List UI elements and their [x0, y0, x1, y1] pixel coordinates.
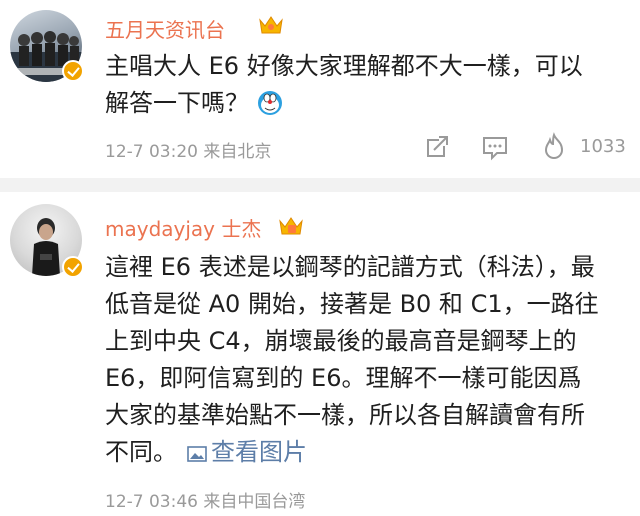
post-meta: 12-7 03:46 来自中国台湾 — [105, 487, 305, 512]
text-line: E6，即阿信寫到的 E6。理解不一樣可能因爲 — [105, 364, 582, 392]
like-button[interactable]: 1033 — [540, 132, 640, 162]
weibo-post-1: 五月天资讯台 主唱大人 E6 好像大家理解都不大一樣，可以 解答一下嗎？ 12-… — [0, 0, 640, 178]
text-line: 上到中央 C4，崩壞最後的最高音是鋼琴上的 — [105, 327, 577, 355]
vip-crown-icon — [259, 16, 283, 34]
post-source: 来自中国台湾 — [203, 492, 306, 512]
post-meta: 12-7 03:20 来自北京 — [105, 137, 271, 162]
timestamp[interactable]: 12-7 03:46 — [105, 492, 198, 512]
text-line: 這裡 E6 表述是以鋼琴的記譜方式（科法），最 — [105, 253, 595, 281]
text-line: 大家的基準始點不一樣，所以各自解讀會有所 — [105, 401, 585, 429]
timestamp[interactable]: 12-7 03:20 — [105, 142, 198, 162]
post-source: 来自北京 — [203, 142, 272, 162]
doraemon-emoji-icon — [258, 91, 282, 115]
verified-badge-icon — [62, 60, 84, 82]
username[interactable]: maydayjay 士杰 — [105, 213, 261, 242]
username[interactable]: 五月天资讯台 — [105, 14, 225, 43]
verified-badge-icon — [62, 256, 84, 278]
text-line: 低音是從 A0 開始，接著是 B0 和 C1，一路往 — [105, 290, 599, 318]
picture-icon — [187, 446, 207, 462]
like-count: 1033 — [580, 136, 626, 157]
vip-crown-icon — [279, 217, 303, 235]
text-line: 主唱大人 E6 好像大家理解都不大一樣，可以 — [105, 52, 583, 80]
post-text: 這裡 E6 表述是以鋼琴的記譜方式（科法），最 低音是從 A0 開始，接著是 B… — [105, 249, 615, 471]
view-image-label: 查看图片 — [211, 438, 307, 466]
text-line-with-link: 不同。 查看图片 — [105, 434, 615, 471]
share-icon[interactable] — [422, 132, 450, 162]
text-line-with-emoji: 解答一下嗎？ — [105, 85, 615, 122]
view-image-link[interactable]: 查看图片 — [187, 438, 307, 466]
post-text: 主唱大人 E6 好像大家理解都不大一樣，可以 解答一下嗎？ — [105, 48, 615, 122]
post-divider — [0, 178, 640, 192]
like-icon — [544, 132, 564, 159]
comment-icon[interactable] — [481, 132, 509, 162]
text-line: 不同。 — [105, 438, 177, 466]
text-line: 解答一下嗎？ — [105, 89, 249, 117]
